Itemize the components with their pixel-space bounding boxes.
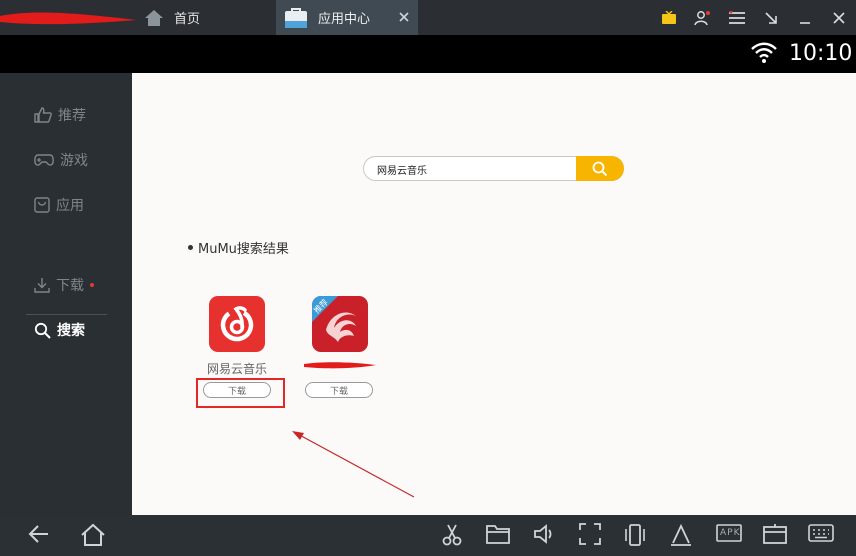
fullscreen-icon[interactable] (579, 523, 601, 545)
app-store-icon (284, 7, 308, 29)
search-bar: 网易云音乐 (363, 156, 624, 181)
volume-icon[interactable] (533, 523, 557, 545)
thumbs-up-icon (34, 107, 52, 123)
redaction-scribble (304, 362, 376, 369)
user-settings-icon[interactable] (686, 0, 720, 35)
sidebar-item-search[interactable]: 搜索 (34, 320, 85, 340)
status-bar (0, 35, 856, 73)
tab-app-center[interactable]: 应用中心 (276, 0, 418, 35)
sidebar-item-label: 搜索 (57, 323, 85, 339)
app-icon-netease-games[interactable]: 推荐 (312, 296, 368, 352)
apk-label: APK (720, 528, 741, 538)
tab-home-label: 首页 (174, 12, 201, 27)
annotation-arrow (292, 431, 415, 498)
location-icon[interactable] (670, 523, 692, 547)
redaction-scribble (0, 12, 136, 25)
sidebar-item-label: 下载 (56, 278, 84, 294)
wifi-icon (750, 42, 778, 68)
download-button[interactable]: 下载 (305, 382, 373, 398)
folder-icon[interactable] (486, 523, 510, 545)
rotate-screen-icon[interactable] (624, 523, 646, 547)
tab-app-center-label: 应用中心 (318, 12, 371, 27)
home-icon (144, 9, 164, 27)
search-input[interactable]: 网易云音乐 (377, 162, 427, 177)
close-tab-icon[interactable] (396, 9, 412, 25)
close-window-icon[interactable] (822, 0, 856, 35)
app-name: 网易云音乐 (206, 362, 267, 376)
sidebar-item-apps[interactable]: 应用 (34, 195, 84, 215)
tab-home[interactable]: 首页 (138, 0, 276, 35)
minimize-to-corner-icon[interactable] (754, 0, 788, 35)
search-icon (34, 322, 51, 339)
tv-icon[interactable] (652, 0, 686, 35)
back-icon[interactable] (28, 523, 50, 545)
apps-bag-icon (34, 197, 50, 213)
multi-window-icon[interactable] (763, 523, 787, 545)
sidebar-divider (26, 314, 107, 315)
minimize-icon[interactable] (788, 0, 822, 35)
results-title: MuMu搜索结果 (198, 242, 289, 257)
search-button[interactable] (576, 156, 624, 181)
notification-dot (90, 283, 94, 287)
app-icon-netease-music[interactable] (209, 296, 265, 352)
bullet-dot (188, 245, 193, 250)
sidebar-item-label: 应用 (56, 198, 84, 214)
sidebar-item-games[interactable]: 游戏 (34, 150, 88, 170)
sidebar-item-label: 推荐 (58, 108, 86, 124)
sidebar-item-downloads[interactable]: 下载 (34, 275, 94, 295)
results-heading: MuMu搜索结果 (188, 238, 289, 257)
netease-music-logo (220, 306, 254, 342)
highlight-box (196, 378, 285, 408)
sidebar-item-recommend[interactable]: 推荐 (34, 105, 86, 125)
main-content (132, 73, 856, 515)
status-clock: 10:10 (789, 41, 853, 66)
download-icon (34, 278, 50, 293)
gamepad-icon (34, 154, 54, 166)
sidebar-item-label: 游戏 (60, 153, 88, 169)
keyboard-icon[interactable] (808, 523, 834, 543)
menu-icon[interactable] (720, 0, 754, 35)
window-controls (652, 0, 856, 35)
sidebar: 推荐 游戏 应用 下载 搜索 (0, 73, 132, 515)
home-nav-icon[interactable] (80, 523, 106, 547)
scissors-icon[interactable] (441, 523, 463, 547)
search-icon (592, 161, 608, 176)
